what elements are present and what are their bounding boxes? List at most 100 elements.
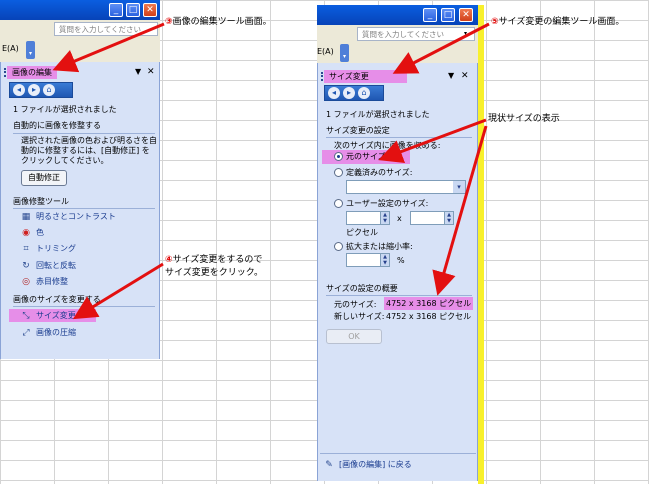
compress-link[interactable]: ⤢ 画像の圧縮 [21, 327, 76, 338]
tool-brightness-link[interactable]: ▦ 明るさとコントラスト [21, 211, 116, 222]
right-task-pane: サイズ変更 ▼ ✕ ◂ ▸ ⌂ 1 ファイルが選択されました サイズ変更の設定 … [317, 63, 478, 481]
percent-field[interactable]: ▲ ▼ [346, 253, 390, 267]
right-pane-header: サイズ変更 ▼ ✕ [318, 68, 477, 84]
home-icon[interactable]: ⌂ [358, 87, 370, 99]
left-menu-dropdown[interactable]: ▾ [26, 41, 35, 59]
pane-close-icon[interactable]: ✕ [147, 64, 155, 80]
annotation-3-number: ③ [165, 17, 173, 27]
right-menubar: 質問を入力してください ▾ E(A) ▾ [317, 25, 478, 63]
ok-button[interactable]: OK [326, 329, 382, 344]
pane-close-icon[interactable]: ✕ [461, 68, 469, 84]
pane-grip-icon[interactable] [321, 72, 323, 81]
tool-color-link[interactable]: ◉ 色 [21, 227, 44, 238]
left-ask-question-input[interactable]: 質問を入力してください [54, 22, 158, 36]
back-link-label: [画像の編集] に戻る [339, 460, 412, 469]
home-icon[interactable]: ⌂ [43, 84, 55, 96]
tool-label: 色 [36, 228, 44, 237]
rotate-icon: ↻ [22, 260, 30, 271]
pane-grip-icon[interactable] [4, 68, 6, 77]
left-pane-header: 画像の編集 ▼ ✕ [1, 64, 159, 80]
settings-heading: サイズ変更の設定 [326, 126, 390, 135]
width-spinner-icon[interactable]: ▲ ▼ [380, 212, 389, 224]
pane-options-dropdown-icon[interactable]: ▼ [448, 68, 454, 84]
current-size-annotation: 現状サイズの表示 [488, 114, 560, 124]
color-icon: ◉ [22, 227, 30, 238]
left-menubar: 質問を入力してください E(A) ▾ [0, 20, 160, 62]
percent-label: 拡大または縮小率: [346, 242, 413, 251]
back-icon[interactable]: ◂ [328, 87, 340, 99]
annotation-4: ④サイズ変更をするので サイズ変更をクリック。 [165, 254, 263, 280]
right-pane-title: サイズ変更 [324, 70, 407, 83]
custom-width-field[interactable]: ▲ ▼ [346, 211, 390, 225]
tool-rotate-link[interactable]: ↻ 回転と反転 [21, 260, 76, 271]
original-size-radio[interactable] [334, 152, 343, 161]
forward-icon[interactable]: ▸ [28, 84, 40, 96]
right-menu-fragment[interactable]: E(A) [317, 46, 334, 57]
resize-link[interactable]: ⤡ サイズ変更 [9, 309, 96, 322]
custom-height-field[interactable]: ▲ ▼ [410, 211, 454, 225]
percent-spinner-icon[interactable]: ▲ ▼ [380, 254, 389, 266]
original-size-label: 元のサイズ [346, 152, 386, 161]
left-menu-fragment[interactable]: E(A) [2, 43, 19, 54]
maximize-button[interactable]: □ [441, 8, 455, 22]
custom-size-label: ユーザー設定のサイズ: [346, 199, 429, 208]
annotation-3: ③画像の編集ツール画面。 [165, 16, 272, 29]
annotation-5-text: サイズ変更の編集ツール画面。 [498, 17, 625, 27]
autofix-divider [13, 133, 155, 134]
annotation-4-line-1: サイズ変更をするので [172, 255, 263, 265]
tool-redeye-link[interactable]: ◎ 赤目修整 [21, 276, 68, 287]
times-sign: x [397, 214, 402, 223]
tool-label: 明るさとコントラスト [36, 212, 116, 221]
right-menu-dropdown[interactable]: ▾ [340, 44, 349, 62]
tool-crop-link[interactable]: ⌗ トリミング [21, 243, 76, 254]
edit-picture-icon: ✎ [325, 459, 333, 470]
maximize-button[interactable]: □ [126, 3, 140, 17]
tool-label: トリミング [36, 244, 76, 253]
close-button[interactable]: ✕ [143, 3, 157, 17]
original-size-summary-label: 元のサイズ: [334, 300, 377, 309]
height-spinner-icon[interactable]: ▲ ▼ [444, 212, 453, 224]
new-size-value: 4752 x 3168 ピクセル [386, 312, 472, 321]
pane-options-dropdown-icon[interactable]: ▼ [135, 64, 141, 80]
minimize-button[interactable]: _ [423, 8, 437, 22]
summary-heading: サイズの設定の概要 [326, 284, 398, 293]
annotation-3-text: 画像の編集ツール画面。 [172, 17, 272, 27]
chevron-down-icon[interactable]: ▾ [453, 181, 465, 193]
predefined-size-label: 定義済みのサイズ: [346, 168, 413, 177]
original-size-option-row[interactable]: 元のサイズ [322, 150, 410, 164]
new-size-summary-label: 新しいサイズ: [334, 312, 385, 321]
resize-link-label: サイズ変更 [36, 311, 76, 320]
resize-icon: ⤡ [22, 310, 30, 321]
crop-icon: ⌗ [23, 243, 29, 254]
predefined-size-radio[interactable] [334, 168, 343, 177]
predefined-size-select[interactable]: ▾ [346, 180, 466, 194]
autofix-heading: 自動的に画像を修整する [13, 121, 101, 130]
back-to-edit-link[interactable]: ✎ [画像の編集] に戻る [324, 459, 412, 470]
left-pane-title: 画像の編集 [7, 66, 57, 79]
compress-icon: ⤢ [22, 327, 30, 338]
forward-icon[interactable]: ▸ [343, 87, 355, 99]
tool-label: 赤目修整 [36, 277, 68, 286]
annotation-4-line-2: サイズ変更をクリック。 [165, 268, 264, 278]
right-pane-navbar: ◂ ▸ ⌂ [324, 85, 384, 101]
tools-heading: 画像修整ツール [13, 197, 69, 206]
footer-divider [320, 453, 476, 454]
tools-divider [13, 208, 155, 209]
right-ask-question-input[interactable]: 質問を入力してください [357, 27, 475, 41]
yellow-border-strip [478, 5, 484, 484]
left-pane-navbar: ◂ ▸ ⌂ [9, 82, 73, 98]
original-size-value: 4752 x 3168 ピクセル [384, 297, 474, 310]
percent-radio[interactable] [334, 242, 343, 251]
left-status-text: 1 ファイルが選択されました [13, 105, 117, 114]
minimize-button[interactable]: _ [109, 3, 123, 17]
right-window-titlebar: _ □ ✕ [317, 5, 478, 25]
left-task-pane: 画像の編集 ▼ ✕ ◂ ▸ ⌂ 1 ファイルが選択されました 自動的に画像を修整… [0, 62, 160, 359]
pixels-label: ピクセル [346, 228, 378, 237]
back-icon[interactable]: ◂ [13, 84, 25, 96]
settings-divider [326, 137, 472, 138]
custom-size-radio[interactable] [334, 199, 343, 208]
ask-dropdown-icon[interactable]: ▾ [464, 30, 467, 37]
autofix-description-3: クリックしてください。 [21, 156, 109, 165]
autofix-button[interactable]: 自動修正 [21, 170, 67, 186]
close-button[interactable]: ✕ [459, 8, 473, 22]
